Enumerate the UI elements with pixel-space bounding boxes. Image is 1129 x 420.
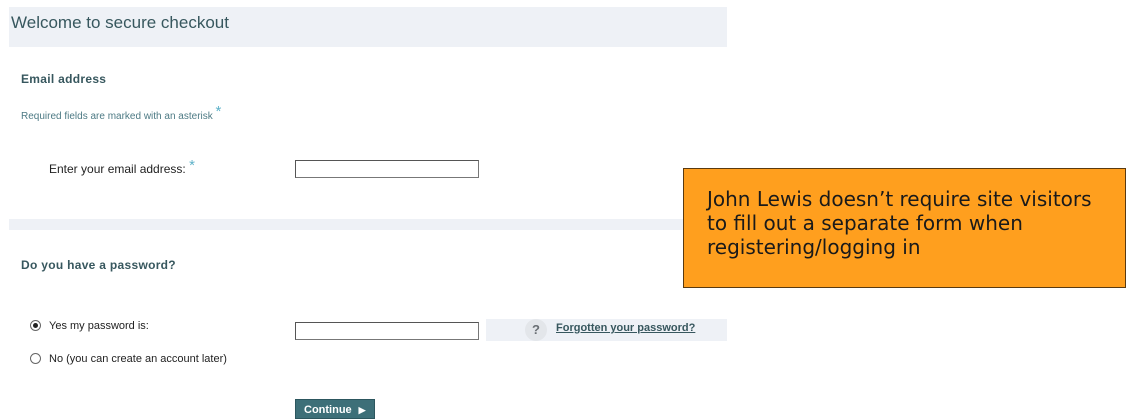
password-input[interactable]: [295, 322, 479, 340]
required-note-text: Required fields are marked with an aster…: [21, 111, 213, 122]
section-divider: [9, 219, 727, 230]
help-question-icon[interactable]: ?: [525, 319, 547, 341]
email-label-text: Enter your email address:: [49, 162, 186, 176]
continue-button-label: Continue: [304, 404, 352, 416]
annotation-callout: John Lewis doesn’t require site visitors…: [683, 168, 1126, 288]
email-label: Enter your email address: *: [49, 157, 195, 177]
radio-yes-button[interactable]: [30, 320, 41, 331]
checkout-header: Welcome to secure checkout: [9, 7, 727, 47]
play-arrow-icon: ▶: [358, 405, 366, 415]
email-input[interactable]: [295, 160, 479, 178]
radio-yes-label: Yes my password is:: [49, 320, 149, 332]
email-required-asterisk-icon: *: [189, 157, 195, 174]
secure-checkout-form: Welcome to secure checkout Email address…: [0, 0, 727, 420]
radio-no-password[interactable]: No (you can create an account later): [30, 353, 227, 365]
page-title: Welcome to secure checkout: [11, 13, 229, 32]
radio-no-button[interactable]: [30, 353, 41, 364]
continue-button[interactable]: Continue ▶: [295, 399, 375, 419]
required-asterisk-icon: *: [215, 103, 222, 120]
password-section-title: Do you have a password?: [21, 258, 176, 272]
forgotten-password-link[interactable]: Forgotten your password?: [556, 322, 695, 334]
callout-text: John Lewis doesn’t require site visitors…: [707, 187, 1092, 259]
radio-no-label: No (you can create an account later): [49, 353, 227, 365]
email-section-title: Email address: [21, 72, 107, 86]
radio-yes-password[interactable]: Yes my password is:: [30, 320, 149, 332]
required-fields-note: Required fields are marked with an aster…: [21, 103, 222, 123]
